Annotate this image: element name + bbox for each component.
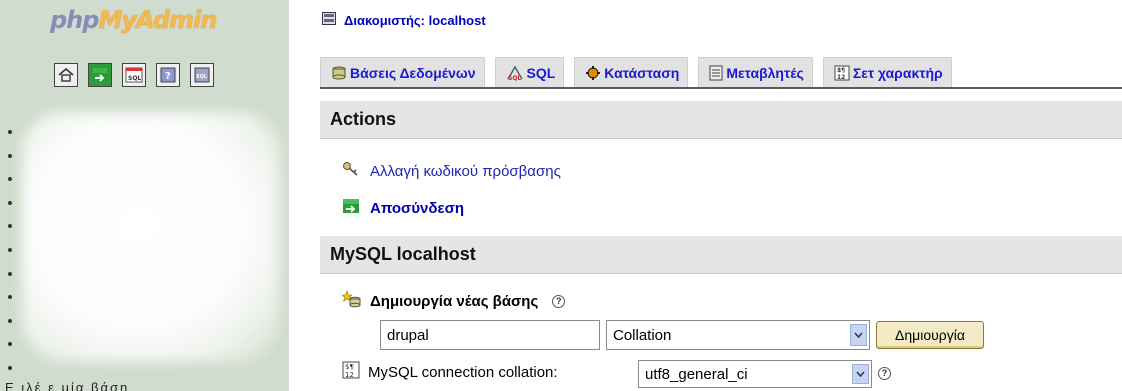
svg-text:12: 12: [345, 371, 354, 379]
key-icon: [342, 161, 360, 181]
status-icon: [585, 65, 601, 81]
main-tabs: Βάσεις Δεδομένων SQL SQL Κατάσταση Μεταβ…: [320, 50, 1122, 88]
connection-collation-row: $¶ 12 MySQL connection collation:: [342, 361, 558, 383]
databases-icon: [331, 66, 347, 80]
chevron-down-icon[interactable]: [852, 364, 869, 384]
tab-variables[interactable]: Μεταβλητές: [698, 57, 813, 88]
database-list-item[interactable]: [8, 342, 12, 347]
database-name-input[interactable]: [380, 320, 600, 350]
database-list-item[interactable]: [8, 318, 12, 323]
phpmyadmin-logo[interactable]: phpMyAdmin: [50, 6, 217, 34]
logout-link[interactable]: Αποσύνδεση: [370, 200, 464, 217]
tab-sql[interactable]: SQL SQL: [494, 57, 565, 88]
database-list-item[interactable]: [8, 271, 12, 276]
svg-text:$¶: $¶: [837, 67, 845, 74]
svg-text:$¶: $¶: [345, 363, 354, 371]
tabs-divider: [320, 87, 1122, 89]
collation-select[interactable]: Collation: [606, 320, 870, 350]
database-list-item[interactable]: [8, 247, 12, 252]
variables-icon: [709, 65, 723, 81]
database-list: [8, 130, 12, 390]
tab-status[interactable]: Κατάσταση: [574, 57, 689, 88]
database-list-item[interactable]: [8, 130, 12, 134]
navigation-frame: phpMyAdmin SQL ? SQL Ε ιλέ ε μία βάση: [0, 0, 289, 391]
actions-section-header: Actions: [320, 101, 1122, 139]
svg-text:SQL: SQL: [508, 75, 521, 81]
svg-text:SQL: SQL: [128, 75, 141, 82]
chevron-down-icon[interactable]: [850, 324, 867, 346]
change-password-row: Αλλαγή κωδικού πρόσβασης: [342, 161, 561, 181]
server-icon: [322, 12, 336, 28]
connection-collation-label: MySQL connection collation:: [368, 363, 558, 381]
help-icon[interactable]: ?: [156, 63, 180, 87]
create-database-button[interactable]: Δημιουργία: [876, 321, 984, 349]
sql-query-icon[interactable]: SQL: [122, 63, 146, 87]
main-frame: Διακομιστής: localhost Βάσεις Δεδομένων …: [300, 0, 1122, 391]
help-icon[interactable]: ?: [878, 367, 891, 380]
database-list-blurred: [22, 112, 280, 362]
svg-text:12: 12: [837, 74, 845, 81]
database-list-item[interactable]: [8, 153, 12, 158]
charset-icon: $¶ 12: [834, 65, 850, 81]
exit-icon[interactable]: [88, 63, 112, 87]
tab-databases[interactable]: Βάσεις Δεδομένων: [320, 57, 485, 88]
database-list-item[interactable]: [8, 295, 12, 300]
server-breadcrumb[interactable]: Διακομιστής: localhost: [322, 12, 486, 28]
create-database-label: Δημιουργία νέας βάσης ?: [341, 290, 566, 312]
charset-icon: $¶ 12: [342, 361, 360, 383]
tab-charsets[interactable]: $¶ 12 Σετ χαρακτήρ: [822, 57, 952, 88]
mysql-section-header: MySQL localhost: [320, 236, 1122, 274]
help-icon[interactable]: ?: [552, 294, 566, 308]
quick-links-toolbar: SQL ? SQL: [54, 63, 214, 87]
svg-text:SQL: SQL: [196, 74, 208, 80]
connection-collation-select[interactable]: utf8_general_ci: [638, 360, 872, 388]
database-list-item[interactable]: [8, 177, 12, 182]
svg-text:?: ?: [165, 71, 171, 82]
select-database-hint: Ε ιλέ ε μία βάση: [5, 380, 130, 391]
logout-row: Αποσύνδεση: [342, 198, 464, 218]
database-list-item[interactable]: [8, 200, 12, 205]
database-list-item[interactable]: [8, 365, 12, 370]
sql-docs-icon[interactable]: SQL: [190, 63, 214, 87]
change-password-link[interactable]: Αλλαγή κωδικού πρόσβασης: [370, 163, 561, 180]
sql-icon: SQL: [506, 65, 524, 81]
server-label: Διακομιστής: localhost: [344, 12, 486, 28]
home-icon[interactable]: [54, 63, 78, 87]
database-list-item[interactable]: [8, 224, 12, 229]
new-database-icon: [341, 290, 362, 312]
exit-icon: [342, 198, 360, 218]
